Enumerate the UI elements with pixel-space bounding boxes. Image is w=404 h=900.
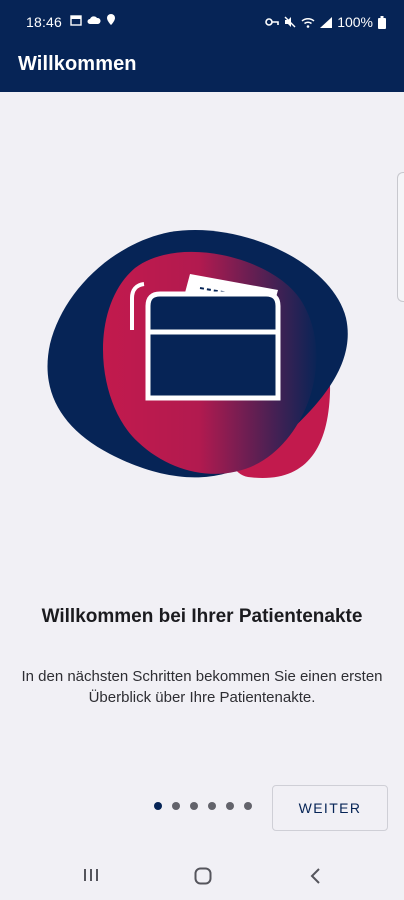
page-dot <box>226 802 234 810</box>
status-right-icons: 100% <box>265 14 386 30</box>
page-indicator <box>154 802 252 810</box>
folder-icon <box>130 282 281 401</box>
page-dot <box>172 802 180 810</box>
onboarding-description: In den nächsten Schritten bekommen Sie e… <box>21 668 383 706</box>
onboarding-headline: Willkommen bei Ihrer Patientenakte <box>41 606 363 627</box>
location-icon <box>107 14 115 25</box>
page-title: Willkommen <box>18 53 137 75</box>
wifi-icon <box>301 17 315 28</box>
patient-record-illustration <box>47 229 348 478</box>
calendar-icon <box>70 15 82 26</box>
home-icon[interactable] <box>193 866 213 886</box>
next-button[interactable]: WEITER <box>272 785 388 831</box>
mute-icon <box>284 16 296 28</box>
status-time: 18:46 <box>26 14 63 30</box>
status-left-icons <box>70 14 116 26</box>
page-dot <box>190 802 198 810</box>
edge-panel-handle[interactable] <box>397 172 404 302</box>
system-nav-bar <box>0 852 404 900</box>
status-bar: 18:46 100% <box>0 0 404 44</box>
back-icon[interactable] <box>308 866 324 886</box>
app-bar: Willkommen <box>0 44 404 92</box>
key-icon <box>265 18 279 26</box>
page-dot <box>244 802 252 810</box>
signal-icon <box>320 16 333 28</box>
recent-apps-icon[interactable] <box>82 866 100 884</box>
page-dot-active <box>154 802 162 810</box>
battery-percent: 100% <box>337 14 373 30</box>
page-dot <box>208 802 216 810</box>
cloud-icon <box>87 16 101 24</box>
battery-icon <box>378 15 386 29</box>
